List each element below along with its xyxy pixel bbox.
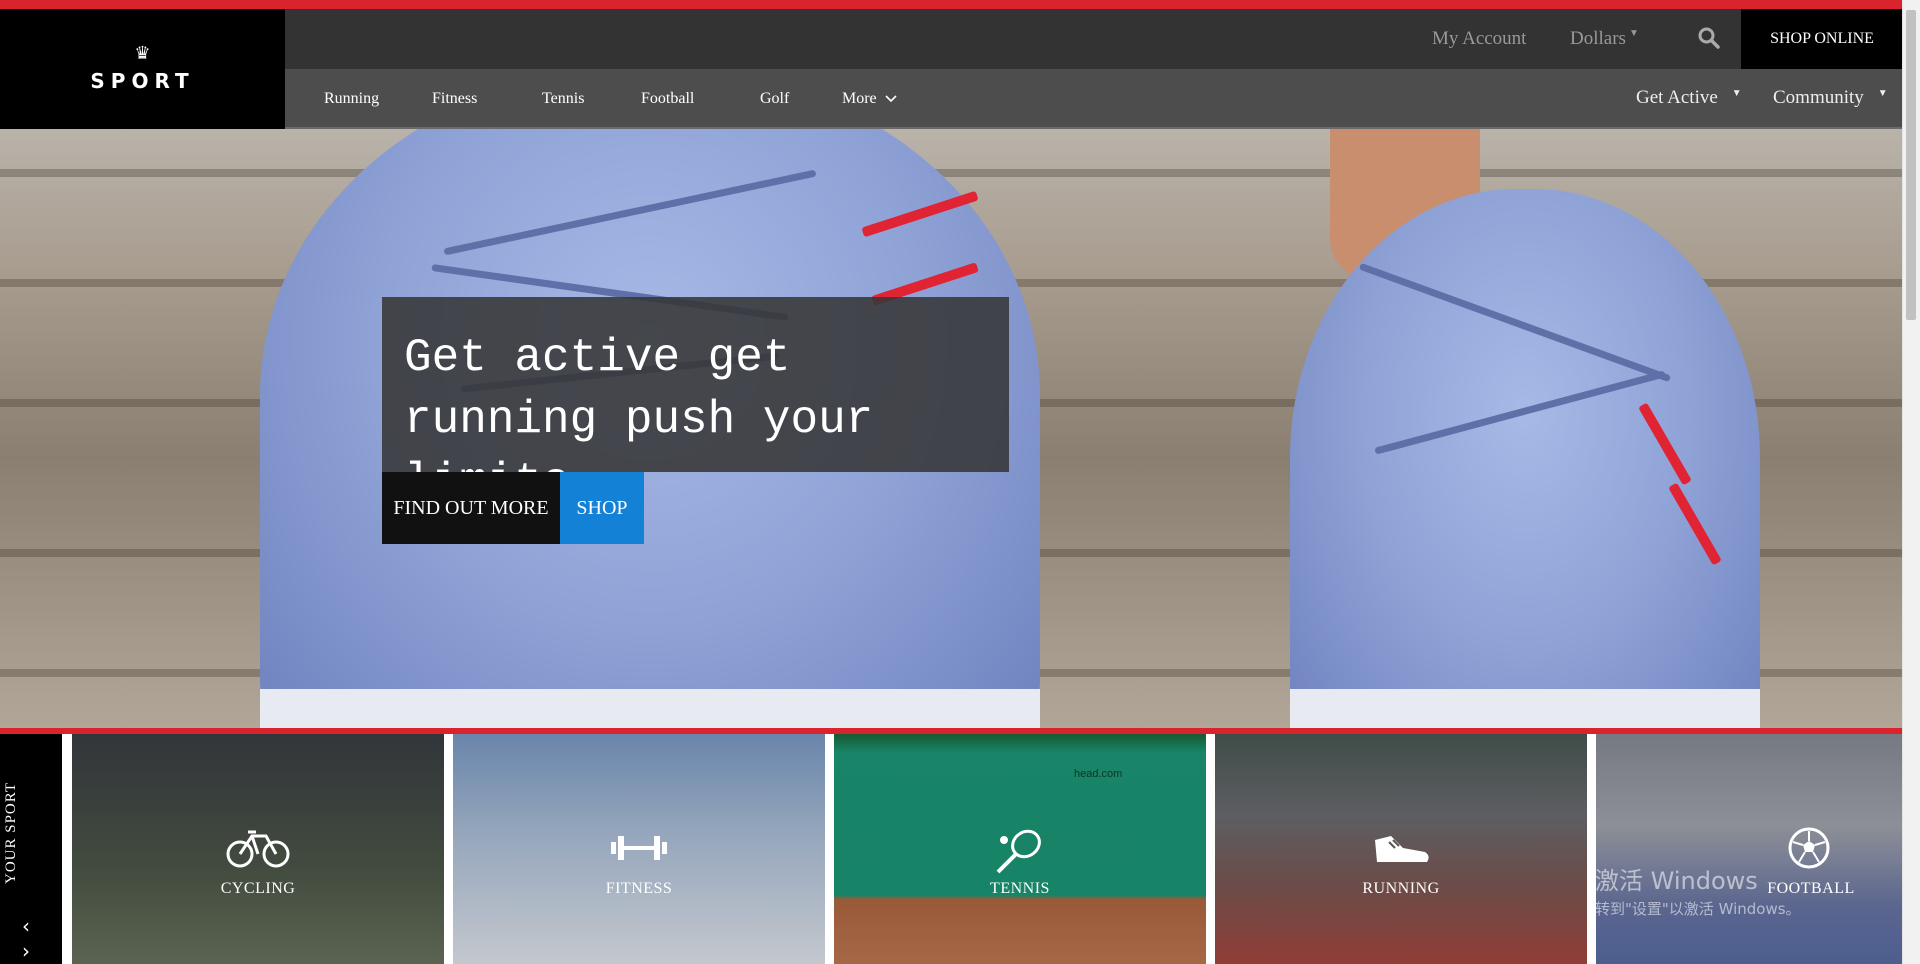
nav-item-more[interactable]: More <box>842 69 897 129</box>
bicycle-icon <box>226 826 290 875</box>
sport-tile-cycling[interactable]: CYCLING <box>72 734 444 964</box>
hero-headline-box: Get active get running push your limits <box>382 297 1009 508</box>
chevron-down-icon <box>885 95 897 103</box>
shop-online-button[interactable]: SHOP ONLINE <box>1741 9 1903 69</box>
sport-tile-fitness[interactable]: FITNESS <box>453 734 825 964</box>
community-dropdown[interactable]: Community ▼ <box>1773 69 1888 127</box>
tile-label: TENNIS <box>990 880 1050 897</box>
tennis-racket-icon <box>988 826 1052 881</box>
your-sport-title: YOUR SPORT <box>3 781 19 884</box>
sport-tile-football[interactable]: FOOTBALL <box>1596 734 1903 964</box>
tile-label: CYCLING <box>220 880 296 897</box>
caret-down-icon: ▼ <box>1731 88 1742 99</box>
caret-down-icon: ▼ <box>1877 88 1888 99</box>
my-account-link[interactable]: My Account <box>1432 9 1526 69</box>
shop-button[interactable]: SHOP <box>560 472 644 544</box>
logo-text: SPORT <box>90 69 195 93</box>
top-utility-bar <box>285 9 1903 69</box>
carousel-prev-arrow-icon[interactable]: ‹ <box>22 914 30 938</box>
tile-label: RUNNING <box>1362 880 1440 897</box>
currency-dropdown[interactable]: Dollars ▼ <box>1570 9 1639 69</box>
nav-item-fitness[interactable]: Fitness <box>432 69 477 129</box>
carousel-next-arrow-icon[interactable]: › <box>22 939 30 963</box>
your-sport-panel: YOUR SPORT ‹ › <box>0 734 62 964</box>
nav-item-football[interactable]: Football <box>641 69 694 129</box>
tile-label: FITNESS <box>605 880 673 897</box>
sport-tile-running[interactable]: RUNNING <box>1215 734 1587 964</box>
windows-activation-watermark: 激活 Windows 转到"设置"以激活 Windows。 <box>1595 867 1801 918</box>
caret-down-icon: ▼ <box>1628 28 1639 39</box>
nav-item-golf[interactable]: Golf <box>760 69 789 129</box>
running-shoe-icon <box>1369 826 1433 875</box>
scrollbar-thumb[interactable] <box>1906 10 1916 320</box>
nav-item-running[interactable]: Running <box>324 69 379 129</box>
right-shoe-image <box>1290 189 1760 728</box>
sport-tile-tennis[interactable]: head.com TENNIS <box>834 734 1206 964</box>
get-active-dropdown[interactable]: Get Active ▼ <box>1636 69 1742 127</box>
crown-icon: ♛ <box>134 43 151 64</box>
search-icon[interactable] <box>1697 26 1721 50</box>
sport-logo[interactable]: ♛ SPORT <box>0 9 285 129</box>
dumbbell-icon <box>607 826 671 875</box>
wood-plank-line <box>0 169 1903 177</box>
nav-item-tennis[interactable]: Tennis <box>542 69 584 129</box>
page-scrollbar[interactable] <box>1902 0 1920 964</box>
find-out-more-button[interactable]: FIND OUT MORE <box>382 472 560 544</box>
top-accent-bar <box>0 0 1903 9</box>
